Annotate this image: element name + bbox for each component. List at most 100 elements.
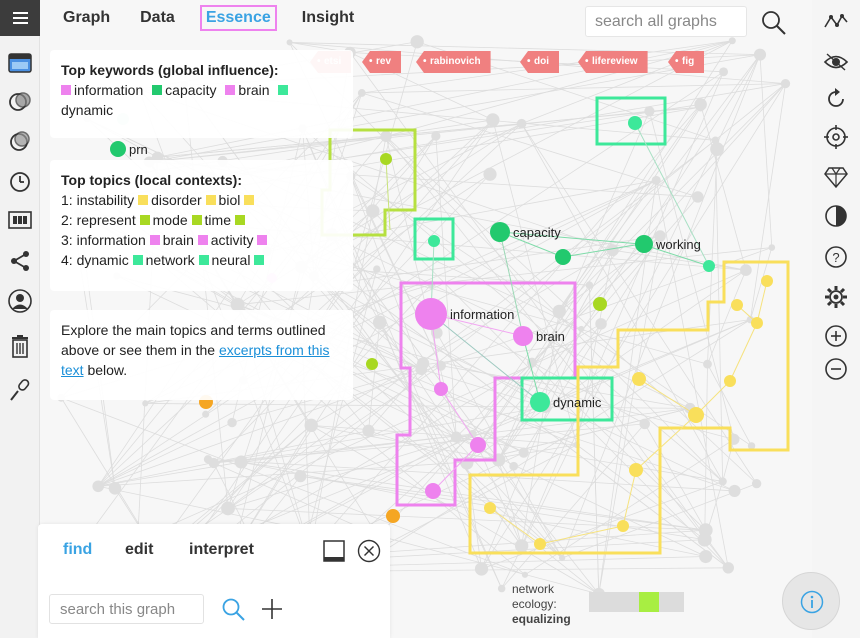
background-node [373, 265, 381, 273]
background-node [711, 136, 720, 145]
background-node [521, 571, 529, 578]
background-node [450, 431, 462, 443]
explore-text-end: below. [83, 362, 128, 378]
background-node [497, 584, 506, 593]
background-node [92, 480, 105, 493]
tab-insight[interactable]: Insight [297, 6, 359, 30]
timer-icon[interactable] [7, 168, 33, 194]
left-toolbar [0, 0, 40, 638]
keyword-item[interactable]: information [61, 82, 143, 98]
network-ecology-status: network ecology: equalizing [512, 582, 571, 626]
film-strip-icon[interactable] [7, 207, 33, 233]
background-node [651, 175, 661, 185]
background-node [294, 470, 307, 483]
ecology-bar-segment [589, 592, 639, 612]
layers-circles-icon[interactable] [7, 128, 33, 154]
node-lime-1 [380, 153, 392, 165]
background-node [514, 539, 529, 553]
explore-panel: Explore the main topics and terms outlin… [50, 310, 353, 400]
label-capacity: capacity [513, 225, 561, 240]
find-panel: find edit interpret [38, 524, 390, 638]
tab-interpret[interactable]: interpret [189, 541, 254, 559]
eye-icon[interactable] [823, 49, 849, 75]
tab-find[interactable]: find [63, 541, 92, 559]
background-node [728, 37, 736, 45]
tab-graph[interactable]: Graph [58, 6, 115, 30]
background-edge [98, 422, 233, 487]
node-information [415, 298, 447, 330]
background-node [585, 281, 594, 289]
help-icon[interactable]: ? [823, 244, 849, 270]
node-yellow-6 [688, 407, 704, 423]
topic-row[interactable]: 3: information brain activity [61, 230, 342, 250]
topics-heading: Top topics (local contexts): [61, 172, 242, 188]
background-node [202, 410, 210, 418]
background-node [747, 442, 756, 450]
background-node [431, 131, 441, 141]
tab-edit[interactable]: edit [125, 541, 153, 559]
settings-gear-icon[interactable] [823, 284, 849, 310]
keyword-item[interactable]: brain [225, 82, 270, 98]
search-all-graphs-input[interactable] [585, 6, 747, 37]
background-node [366, 204, 380, 218]
node-capacity [490, 222, 510, 242]
tab-data[interactable]: Data [135, 6, 180, 30]
background-node [380, 130, 392, 142]
node-dynamic [530, 392, 550, 412]
add-icon[interactable] [259, 596, 285, 622]
share-icon[interactable] [7, 248, 33, 274]
tag-item[interactable]: rabinovich [416, 51, 491, 73]
tag-item[interactable]: doi [520, 51, 559, 73]
info-button[interactable] [782, 572, 840, 630]
background-node [552, 304, 566, 319]
contrast-icon[interactable] [823, 203, 849, 229]
background-node [362, 424, 375, 437]
line-graph-icon[interactable] [823, 9, 849, 35]
dock-panel-icon[interactable] [323, 540, 345, 562]
background-node [740, 264, 752, 276]
search-graph-input[interactable] [49, 594, 204, 624]
tab-essence[interactable]: Essence [199, 5, 277, 31]
menu-button[interactable] [0, 0, 40, 36]
topic-row[interactable]: 1: instability disorder biol [61, 190, 342, 210]
keyword-item[interactable]: capacity [152, 82, 217, 98]
background-node [768, 244, 776, 251]
background-node [509, 461, 519, 471]
topic-row[interactable]: 4: dynamic network neural [61, 250, 342, 270]
background-node [286, 39, 293, 46]
diamond-icon[interactable] [823, 164, 849, 190]
top-topics-panel: Top topics (local contexts): 1: instabil… [50, 160, 353, 291]
background-node [474, 562, 489, 576]
zoom-out-icon[interactable] [823, 356, 849, 382]
topic-row[interactable]: 2: represent mode time [61, 210, 342, 230]
target-icon[interactable] [823, 124, 849, 150]
search-icon[interactable] [759, 8, 787, 36]
keywords-list: information capacity brain dynamic [61, 80, 342, 120]
window-icon[interactable] [7, 50, 33, 76]
node-yellow-1 [761, 275, 773, 287]
overlap-circles-icon[interactable] [7, 89, 33, 115]
background-node [415, 363, 428, 375]
node-prn [110, 141, 126, 157]
background-node [221, 501, 235, 516]
search-icon[interactable] [220, 596, 246, 622]
tag-item[interactable]: lifereview [578, 51, 648, 73]
node-yellow-7 [629, 463, 643, 477]
background-node [486, 113, 500, 127]
label-prn: prn [129, 142, 148, 157]
background-node [639, 418, 650, 430]
close-icon[interactable] [357, 539, 381, 563]
zoom-in-icon[interactable] [823, 323, 849, 349]
background-edge [759, 54, 773, 248]
right-toolbar: ? [812, 0, 860, 638]
tag-item[interactable]: rev [362, 51, 402, 73]
top-keywords-panel: Top keywords (global influence): informa… [50, 50, 353, 138]
ecology-bar [589, 592, 684, 612]
background-node [722, 562, 734, 574]
label-information: information [450, 307, 514, 322]
microphone-icon[interactable] [7, 377, 33, 403]
refresh-icon[interactable] [823, 86, 849, 112]
background-node [372, 315, 387, 330]
trash-icon[interactable] [7, 333, 33, 359]
user-icon[interactable] [7, 288, 33, 314]
